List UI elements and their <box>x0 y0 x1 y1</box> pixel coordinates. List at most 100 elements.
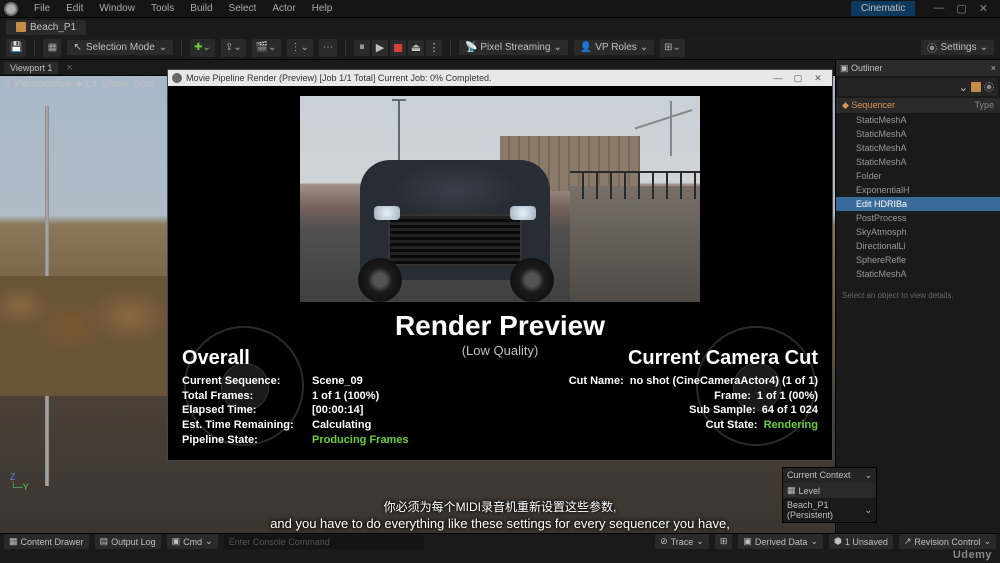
save-button[interactable]: 💾 <box>6 39 26 57</box>
marketplace-button[interactable]: ⇪⌄ <box>221 39 246 57</box>
outliner-close[interactable]: × <box>991 63 996 73</box>
outliner-item[interactable]: StaticMeshA <box>836 141 1000 155</box>
dialog-minimize[interactable]: — <box>768 73 788 83</box>
outliner-header: ▣ Outliner × <box>836 60 1000 76</box>
derived-data-dropdown[interactable]: ▣ Derived Data ⌄ <box>738 534 823 549</box>
overall-stats: Overall Current Sequence:Scene_09Total F… <box>182 347 409 448</box>
toolbar-extra[interactable]: ⊞⌄ <box>660 39 685 57</box>
chevron-down-icon: ⌄ <box>864 505 872 516</box>
viewport-tab-close[interactable]: × <box>66 62 72 74</box>
folder-icon[interactable] <box>971 82 981 92</box>
outliner-item[interactable]: StaticMeshA <box>836 113 1000 127</box>
outliner-item[interactable]: ExponentialH <box>836 183 1000 197</box>
outliner-list: StaticMeshAStaticMeshAStaticMeshAStaticM… <box>836 113 1000 281</box>
selection-mode-dropdown[interactable]: ↖ Selection Mode ⌄ <box>67 40 173 55</box>
viewport-tabname[interactable]: Viewport 1 <box>4 62 58 74</box>
cinematics-button[interactable]: 🎬⌄ <box>252 39 281 57</box>
outliner-item[interactable]: StaticMeshA <box>836 127 1000 141</box>
viewport-menu[interactable]: ≡ <box>4 78 10 90</box>
dialog-close[interactable]: ✕ <box>808 73 828 84</box>
chevron-down-icon: ⌄ <box>980 42 988 53</box>
menu-build[interactable]: Build <box>182 3 220 14</box>
subtitle-cn: 你必须为每个MIDI录音机重新设置这些参数, <box>384 498 617 515</box>
viewport-perspective[interactable]: Perspective <box>14 78 71 90</box>
menu-window[interactable]: Window <box>91 3 143 14</box>
subtitle-en: and you have to do everything like these… <box>270 516 730 531</box>
settings-dropdown[interactable]: Settings ⌄ <box>921 40 994 55</box>
main-toolbar: 💾 ▦ ↖ Selection Mode ⌄ ✚⌄ ⇪⌄ 🎬⌄ ⋮⌄ ⋯ ⏸ ▶… <box>0 36 1000 60</box>
level-icon: ▦ <box>787 485 796 496</box>
minimize-icon[interactable]: — <box>933 2 944 15</box>
dialog-maximize[interactable]: ▢ <box>788 73 808 84</box>
status-bar: ▦ Content Drawer ▤ Output Log ▣ Cmd ⌄ En… <box>0 533 1000 549</box>
unsaved-button[interactable]: ⬢ 1 Unsaved <box>829 534 893 549</box>
cinematic-badge[interactable]: Cinematic <box>851 1 915 16</box>
ue-logo-icon <box>4 2 18 16</box>
vp-roles-dropdown[interactable]: 👤 VP Roles ⌄ <box>574 40 654 55</box>
filter-icon[interactable]: ⌄ <box>959 81 968 94</box>
maximize-icon[interactable]: ▢ <box>956 2 966 15</box>
revision-control-dropdown[interactable]: ↗ Revision Control ⌄ <box>899 534 996 549</box>
dialog-icon <box>172 73 182 83</box>
menu-tools[interactable]: Tools <box>143 3 182 14</box>
level-icon <box>16 22 26 32</box>
outliner-columns: ◆ Sequencer Type <box>836 98 1000 113</box>
gear-icon[interactable] <box>984 82 994 92</box>
content-drawer-button[interactable]: ▦ Content Drawer <box>4 534 89 549</box>
add-button[interactable]: ✚⌄ <box>190 39 215 57</box>
outliner-search[interactable]: ⌄ <box>838 78 998 96</box>
cmd-dropdown[interactable]: ▣ Cmd ⌄ <box>167 534 218 549</box>
render-preview-dialog: Movie Pipeline Render (Preview) [Job 1/1… <box>167 69 833 461</box>
roles-icon: 👤 <box>580 42 592 53</box>
viewport-scalability[interactable]: Scal <box>133 78 154 90</box>
bake-button[interactable]: ⊞ <box>715 534 733 549</box>
outliner-item[interactable]: SkyAtmosph <box>836 225 1000 239</box>
menu-file[interactable]: File <box>26 3 58 14</box>
menu-select[interactable]: Select <box>221 3 265 14</box>
menu-actor[interactable]: Actor <box>264 3 303 14</box>
chevron-down-icon: ⌄ <box>553 42 561 53</box>
dialog-title-text: Movie Pipeline Render (Preview) [Job 1/1… <box>186 73 491 83</box>
current-cut-stats: Current Camera Cut Cut Name:no shot (Cin… <box>569 347 818 448</box>
stop-button[interactable] <box>390 40 406 56</box>
pixel-streaming-dropdown[interactable]: 📡 Pixel Streaming ⌄ <box>459 40 568 55</box>
play-options[interactable]: ⋮ <box>426 40 442 56</box>
play-controls: ⏸ ▶ ⏏ ⋮ <box>354 40 442 56</box>
gear-icon <box>927 43 937 53</box>
viewport-show[interactable]: Show <box>101 78 129 90</box>
chevron-down-icon: ⌄ <box>159 42 167 53</box>
menu-help[interactable]: Help <box>304 3 341 14</box>
outliner-item[interactable]: DirectionalLi <box>836 239 1000 253</box>
render-preview-image <box>300 96 700 302</box>
chevron-down-icon: ⌄ <box>640 42 648 53</box>
play-button[interactable]: ▶ <box>372 40 388 56</box>
trace-dropdown[interactable]: ⊘ Trace ⌄ <box>655 534 709 549</box>
stream-icon: 📡 <box>465 42 477 53</box>
window-controls: — ▢ ✕ <box>925 2 996 15</box>
outliner-item[interactable]: StaticMeshA <box>836 267 1000 281</box>
sequencer-button[interactable]: ⋮⌄ <box>287 39 313 57</box>
context-level-select[interactable]: Beach_P1 (Persistent)⌄ <box>783 498 876 522</box>
eject-button[interactable]: ⏏ <box>408 40 424 56</box>
menubar: File Edit Window Tools Build Select Acto… <box>0 0 1000 18</box>
axis-gizmo: Z└─Y <box>10 472 29 492</box>
dialog-titlebar[interactable]: Movie Pipeline Render (Preview) [Job 1/1… <box>168 70 832 86</box>
outliner-item[interactable]: Edit HDRIBa <box>836 197 1000 211</box>
level-tab[interactable]: Beach_P1 <box>6 20 86 35</box>
outliner-item[interactable]: Folder <box>836 169 1000 183</box>
console-input[interactable]: Enter Console Command <box>224 535 424 549</box>
mode-button[interactable]: ▦ <box>43 39 61 57</box>
outliner-item[interactable]: StaticMeshA <box>836 155 1000 169</box>
more-button[interactable]: ⋯ <box>319 39 337 57</box>
outliner-item[interactable]: PostProcess <box>836 211 1000 225</box>
outliner-item[interactable]: SphereRefle <box>836 253 1000 267</box>
level-tab-label: Beach_P1 <box>30 22 76 33</box>
current-context-popup: Current Context⌄ ▦Level Beach_P1 (Persis… <box>782 467 877 523</box>
output-log-button[interactable]: ▤ Output Log <box>95 534 161 549</box>
viewport-lit[interactable]: ● Lit <box>76 78 97 90</box>
chevron-down-icon[interactable]: ⌄ <box>864 470 872 481</box>
close-icon[interactable]: ✕ <box>979 2 988 15</box>
menu-edit[interactable]: Edit <box>58 3 91 14</box>
render-heading: Render Preview <box>395 310 605 342</box>
pause-button[interactable]: ⏸ <box>354 40 370 56</box>
